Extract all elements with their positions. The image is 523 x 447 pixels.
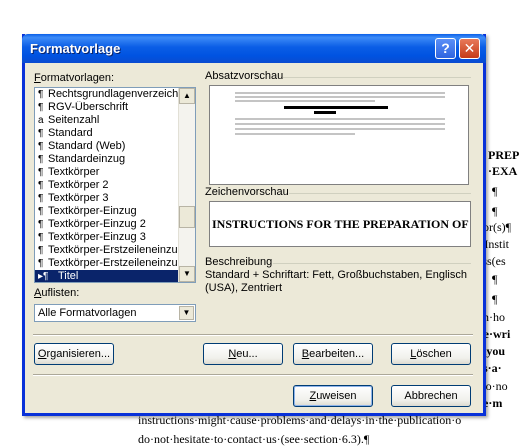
style-name: Rechtsgrundlagenverzeichnis bbox=[48, 88, 179, 100]
paragraph-mark-icon: ¶ bbox=[38, 89, 44, 100]
chevron-down-icon: ▼ bbox=[182, 308, 191, 317]
scroll-up-button[interactable]: ▲ bbox=[179, 88, 195, 104]
doc-line: ¶ bbox=[492, 272, 498, 286]
styles-list: ¶ Rechtsgrundlagenverzeichnis ¶ RGV-Übersch… bbox=[35, 88, 179, 282]
doc-line: ·EXA bbox=[488, 164, 518, 178]
list-filter-value: Alle Formatvorlagen bbox=[38, 307, 137, 319]
style-list-item[interactable]: ¶ Textkörper-Einzug 3 bbox=[35, 231, 179, 244]
para-preview-groupline bbox=[283, 77, 471, 78]
edit-button[interactable]: Bearbeiten... bbox=[293, 343, 373, 365]
style-name: Textkörper bbox=[48, 166, 100, 178]
style-list-item[interactable]: ¶ Textkörper 2 bbox=[35, 179, 179, 192]
style-name: Textkörper-Einzug 3 bbox=[48, 231, 146, 243]
paragraph-mark-icon: ¶ bbox=[38, 193, 44, 204]
char-style-icon: a bbox=[38, 115, 44, 126]
description-label: Beschreibung bbox=[205, 256, 273, 268]
close-icon: ✕ bbox=[463, 40, 476, 56]
dialog-title: Formatvorlage bbox=[30, 41, 121, 56]
styles-label: Formatvorlagen: bbox=[34, 72, 115, 84]
list-filter-label: Auflisten: bbox=[34, 287, 80, 299]
doc-line: ¶ bbox=[492, 204, 498, 218]
style-name: Seitenzahl bbox=[48, 114, 100, 126]
style-name: Textkörper 2 bbox=[48, 179, 109, 191]
para-preview-label: Absatzvorschau bbox=[205, 70, 284, 82]
new-button[interactable]: Neu... bbox=[203, 343, 283, 365]
style-name: RGV-Überschrift bbox=[48, 101, 129, 113]
paragraph-mark-icon: ¶ bbox=[38, 206, 44, 217]
scroll-down-button[interactable]: ▼ bbox=[179, 266, 195, 282]
character-preview: INSTRUCTIONS FOR THE PREPARATION OF F bbox=[209, 201, 471, 247]
paragraph-mark-icon: ▸¶ bbox=[38, 271, 49, 282]
style-name: Textkörper-Einzug 2 bbox=[48, 218, 146, 230]
paragraph-mark-icon: ¶ bbox=[38, 102, 44, 113]
description-text: Standard + Schriftart: Fett, Großbuchsta… bbox=[205, 269, 467, 294]
style-list-item[interactable]: ▸¶ Titel bbox=[35, 270, 179, 282]
style-list-item[interactable]: ¶ Textkörper 3 bbox=[35, 192, 179, 205]
paragraph-mark-icon: ¶ bbox=[38, 219, 44, 230]
style-list-item[interactable]: ¶ Standardeinzug bbox=[35, 153, 179, 166]
style-name: Textkörper-Einzug bbox=[48, 205, 137, 217]
list-filter-combo[interactable]: Alle Formatvorlagen ▼ bbox=[34, 304, 196, 322]
doc-line: PREP bbox=[488, 148, 520, 162]
style-name: Textkörper-Erstzeileneinzug 2 bbox=[48, 257, 179, 269]
style-name: Textkörper-Erstzeileneinzug bbox=[48, 244, 179, 256]
char-preview-label: Zeichenvorschau bbox=[205, 186, 289, 198]
doc-line: ¶ bbox=[492, 184, 498, 198]
style-dialog: Formatvorlage ? ✕ Formatvorlagen: ¶ Recht… bbox=[22, 34, 486, 416]
separator-top bbox=[33, 334, 473, 336]
paragraph-mark-icon: ¶ bbox=[38, 154, 44, 165]
description-groupline bbox=[273, 263, 471, 264]
style-list-item[interactable]: a Seitenzahl bbox=[35, 114, 179, 127]
style-name: Standard (Web) bbox=[48, 140, 126, 152]
style-list-item[interactable]: ¶ Textkörper-Einzug bbox=[35, 205, 179, 218]
paragraph-mark-icon: ¶ bbox=[38, 258, 44, 269]
help-button[interactable]: ? bbox=[435, 38, 456, 59]
separator-bottom bbox=[33, 374, 473, 376]
style-list-item[interactable]: ¶ Textkörper-Erstzeileneinzug bbox=[35, 244, 179, 257]
doc-line: ¶ bbox=[492, 292, 498, 306]
styles-scrollbar[interactable]: ▲ ▼ bbox=[178, 88, 195, 282]
style-list-item[interactable]: ¶ Textkörper bbox=[35, 166, 179, 179]
triangle-up-icon: ▲ bbox=[183, 91, 191, 100]
apply-button[interactable]: Zuweisen bbox=[293, 385, 373, 407]
doc-line: do·not·hesitate·to·contact·us·(see·secti… bbox=[138, 432, 370, 446]
style-list-item[interactable]: ¶ Rechtsgrundlagenverzeichnis bbox=[35, 88, 179, 101]
paragraph-mark-icon: ¶ bbox=[38, 232, 44, 243]
style-list-item[interactable]: ¶ RGV-Überschrift bbox=[35, 101, 179, 114]
style-list-item[interactable]: ¶ Standard (Web) bbox=[35, 140, 179, 153]
paragraph-mark-icon: ¶ bbox=[38, 167, 44, 178]
cancel-button[interactable]: Abbrechen bbox=[391, 385, 471, 407]
paragraph-mark-icon: ¶ bbox=[38, 245, 44, 256]
paragraph-mark-icon: ¶ bbox=[38, 141, 44, 152]
styles-listbox[interactable]: ¶ Rechtsgrundlagenverzeichnis ¶ RGV-Übersch… bbox=[34, 87, 196, 283]
paragraph-mark-icon: ¶ bbox=[38, 128, 44, 139]
paragraph-mark-icon: ¶ bbox=[38, 180, 44, 191]
style-name: Standardeinzug bbox=[48, 153, 126, 165]
style-name: Titel bbox=[58, 270, 79, 282]
triangle-down-icon: ▼ bbox=[183, 269, 191, 278]
style-name: Standard bbox=[48, 127, 93, 139]
style-list-item[interactable]: ¶ Textkörper-Erstzeileneinzug 2 bbox=[35, 257, 179, 270]
style-name: Textkörper 3 bbox=[48, 192, 109, 204]
char-preview-groupline bbox=[289, 193, 471, 194]
style-list-item[interactable]: ¶ Textkörper-Einzug 2 bbox=[35, 218, 179, 231]
organize-button[interactable]: Organisieren... bbox=[34, 343, 114, 365]
scroll-thumb[interactable] bbox=[179, 206, 195, 228]
help-icon: ? bbox=[441, 40, 450, 56]
delete-button[interactable]: Löschen bbox=[391, 343, 471, 365]
close-button[interactable]: ✕ bbox=[459, 38, 480, 59]
combo-arrow-button[interactable]: ▼ bbox=[179, 306, 194, 320]
style-list-item[interactable]: ¶ Standard bbox=[35, 127, 179, 140]
character-preview-text: INSTRUCTIONS FOR THE PREPARATION OF F bbox=[212, 217, 471, 231]
dialog-titlebar[interactable]: Formatvorlage ? ✕ bbox=[22, 34, 486, 63]
paragraph-preview bbox=[209, 85, 469, 185]
